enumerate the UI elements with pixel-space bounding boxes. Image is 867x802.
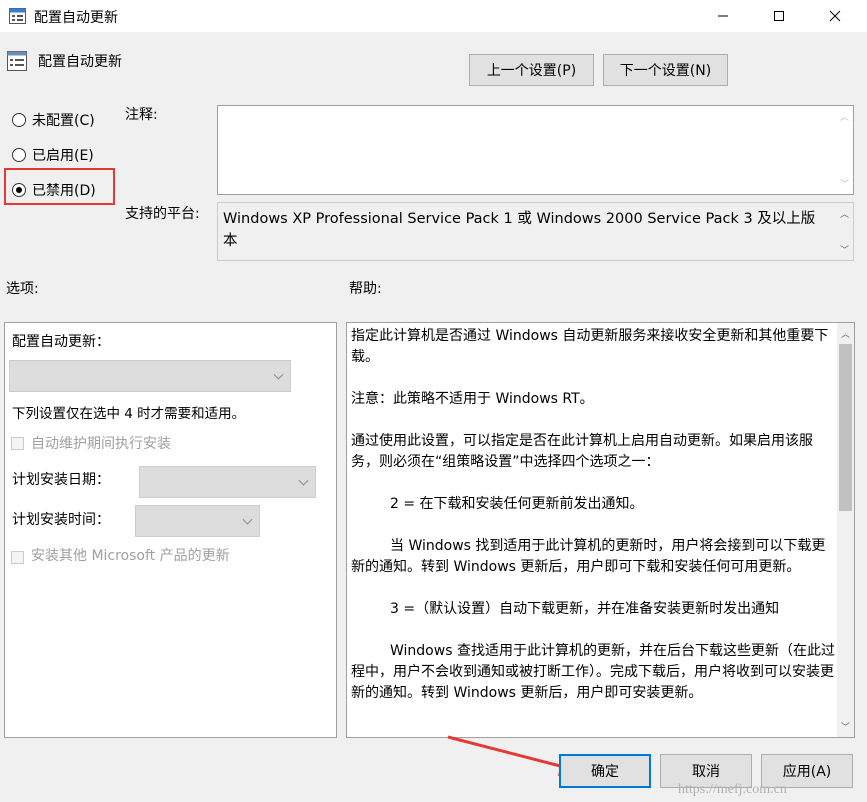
chevron-down-icon	[273, 369, 284, 380]
help-panel: 指定此计算机是否通过 Windows 自动更新服务来接收安全更新和其他重要下载。…	[346, 322, 855, 738]
scroll-down-icon[interactable]: ﹀	[837, 718, 854, 735]
comment-label: 注释:	[125, 107, 158, 123]
radio-enabled[interactable]: 已启用(E)	[11, 144, 121, 166]
scroll-up-icon[interactable]: ︿	[836, 108, 853, 125]
next-setting-button[interactable]: 下一个设置(N)	[603, 54, 728, 86]
other-products-label: 安装其他 Microsoft 产品的更新	[31, 548, 230, 564]
help-paragraph: Windows 查找适用于此计算机的更新，并在后台下载这些更新（在此过程中，用户…	[351, 643, 835, 701]
help-label: 帮助:	[349, 281, 382, 297]
scroll-thumb[interactable]	[839, 344, 852, 511]
radio-label: 已禁用(D)	[32, 183, 96, 199]
comment-textarea[interactable]: ︿ ﹀	[217, 105, 854, 195]
platform-box: Windows XP Professional Service Pack 1 或…	[217, 202, 854, 261]
radio-label: 未配置(C)	[32, 113, 95, 129]
help-paragraph: 3 =（默认设置）自动下载更新，并在准备安装更新时发出通知	[390, 601, 780, 617]
prev-setting-button[interactable]: 上一个设置(P)	[469, 54, 594, 86]
help-scrollbar[interactable]: ︿ ﹀	[837, 323, 854, 737]
close-icon	[829, 10, 841, 22]
close-button[interactable]	[812, 0, 858, 32]
maximize-button[interactable]	[756, 0, 802, 32]
radio-not-configured[interactable]: 未配置(C)	[11, 109, 121, 131]
window-title: 配置自动更新	[34, 10, 118, 26]
help-paragraph: 通过使用此设置，可以指定是否在此计算机上启用自动更新。如果启用该服务，则必须在“…	[351, 433, 813, 470]
title-bar: 配置自动更新	[0, 0, 867, 32]
chevron-down-icon	[298, 475, 309, 486]
other-products-checkbox[interactable]	[11, 551, 24, 564]
policy-app-icon	[9, 8, 26, 24]
policy-icon	[7, 51, 27, 71]
maximize-icon	[774, 11, 784, 21]
minimize-button[interactable]	[700, 0, 746, 32]
auto-maint-label: 自动维护期间执行安装	[31, 436, 171, 452]
configure-label: 配置自动更新：	[12, 334, 110, 350]
help-paragraph: 当 Windows 找到适用于此计算机的更新时，用户将会接到可以下载更新的通知。…	[351, 538, 826, 575]
configure-dropdown[interactable]	[9, 360, 291, 392]
schedule-day-dropdown[interactable]	[139, 466, 316, 498]
radio-disabled[interactable]: 已禁用(D)	[11, 179, 111, 201]
minimize-icon	[718, 15, 728, 17]
help-paragraph: 注意：此策略不适用于 Windows RT。	[351, 391, 594, 407]
options-label: 选项:	[6, 281, 39, 297]
schedule-time-label: 计划安装时间：	[12, 512, 110, 528]
scroll-up-icon[interactable]: ︿	[837, 325, 854, 342]
platform-scrollbar[interactable]: ︿ ﹀	[836, 203, 853, 260]
watermark: https://mefj.com.cn	[678, 782, 787, 797]
radio-circle	[12, 113, 26, 127]
scroll-up-icon[interactable]: ︿	[836, 205, 853, 222]
radio-circle	[12, 148, 26, 162]
platform-label: 支持的平台:	[125, 206, 200, 222]
help-paragraph: 指定此计算机是否通过 Windows 自动更新服务来接收安全更新和其他重要下载。	[351, 328, 829, 365]
ok-button[interactable]: 确定	[559, 754, 651, 788]
policy-title: 配置自动更新	[38, 54, 122, 70]
options-panel: 配置自动更新： 下列设置仅在选中 4 时才需要和适用。 自动维护期间执行安装 计…	[4, 322, 337, 738]
help-text: 指定此计算机是否通过 Windows 自动更新服务来接收安全更新和其他重要下载。…	[351, 326, 835, 725]
chevron-down-icon	[242, 514, 253, 525]
radio-circle	[12, 183, 26, 197]
schedule-day-label: 计划安装日期：	[12, 472, 110, 488]
platform-text: Windows XP Professional Service Pack 1 或…	[223, 211, 816, 249]
schedule-time-dropdown[interactable]	[135, 505, 260, 537]
scroll-down-icon[interactable]: ﹀	[836, 241, 853, 258]
scroll-down-icon[interactable]: ﹀	[836, 175, 853, 192]
radio-label: 已启用(E)	[32, 148, 94, 164]
options-note: 下列设置仅在选中 4 时才需要和适用。	[12, 406, 246, 422]
help-paragraph: 2 = 在下载和安装任何更新前发出通知。	[390, 496, 644, 512]
comment-scrollbar[interactable]: ︿ ﹀	[836, 106, 853, 194]
auto-maint-checkbox[interactable]	[11, 437, 24, 450]
